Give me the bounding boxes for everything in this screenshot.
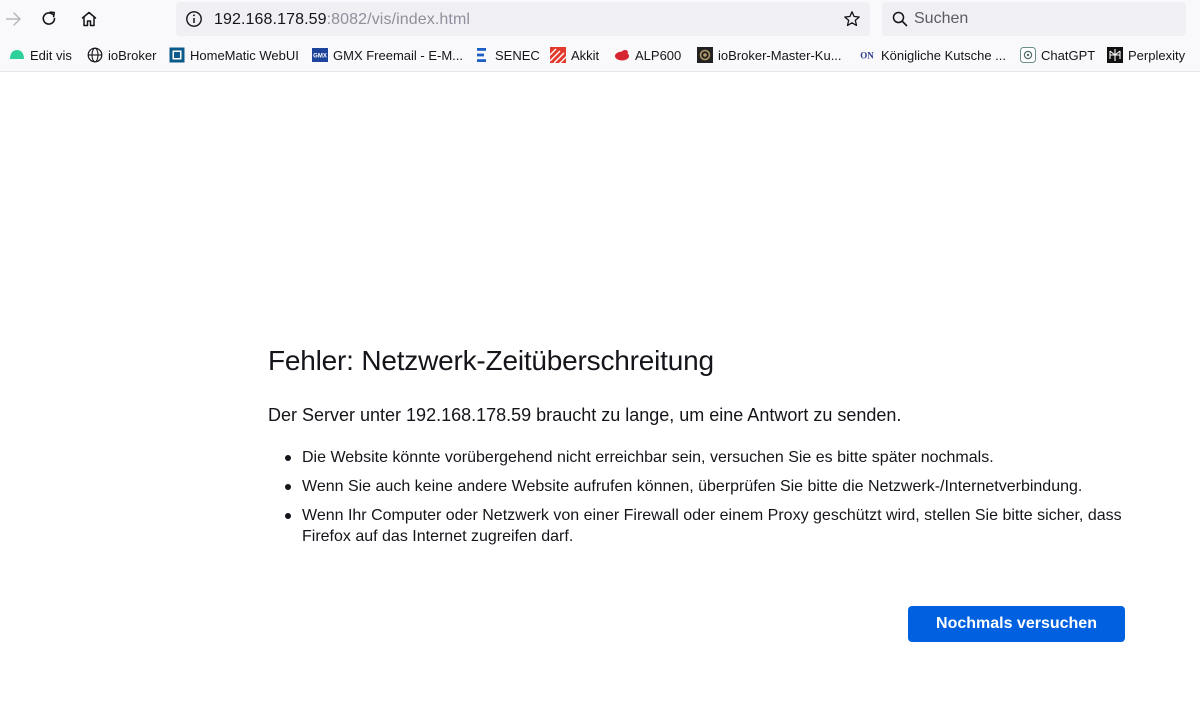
chatgpt-icon (1020, 47, 1036, 63)
globe-icon (87, 47, 103, 63)
info-icon[interactable] (184, 9, 204, 29)
bookmark-label: ChatGPT (1041, 47, 1096, 63)
bookmark-gmx[interactable]: GMX GMX Freemail - E-M... (312, 46, 463, 64)
iobroker-master-icon (697, 47, 713, 63)
bookmarks-toolbar: Edit vis ioBroker HomeMatic WebUI GMX GM… (0, 38, 1200, 72)
bookmark-label: Königliche Kutsche ... (881, 47, 1007, 63)
reload-button[interactable] (34, 4, 64, 34)
url-path: :8082/vis/index.html (326, 11, 471, 28)
error-reasons-list: Die Website könnte vorübergehend nicht e… (268, 447, 1128, 555)
bookmark-perplexity[interactable]: Perplexity (1107, 46, 1185, 64)
bookmark-chatgpt[interactable]: ChatGPT (1020, 46, 1095, 64)
senec-icon (474, 47, 490, 63)
search-input[interactable] (914, 6, 1174, 32)
on-icon: ON (858, 47, 876, 63)
reload-icon (40, 10, 58, 28)
bookmark-label: GMX Freemail - E-M... (333, 47, 464, 63)
alp600-icon (614, 47, 630, 63)
bookmark-senec[interactable]: SENEC (474, 46, 540, 64)
bookmark-iobroker[interactable]: ioBroker (87, 46, 156, 64)
gmx-icon: GMX (312, 47, 328, 63)
search-bar[interactable] (882, 2, 1186, 36)
vis-icon (9, 47, 25, 63)
bookmark-label: Perplexity (1128, 47, 1186, 63)
bookmark-label: ALP600 (635, 47, 682, 63)
url-bar[interactable]: 192.168.178.59:8082/vis/index.html (176, 2, 870, 36)
perplexity-icon (1107, 47, 1123, 63)
list-item: Wenn Ihr Computer oder Netzwerk von eine… (268, 505, 1128, 547)
bookmark-iobroker-master[interactable]: ioBroker-Master-Ku... (697, 46, 842, 64)
bookmark-label: Akkit (571, 47, 600, 63)
bookmark-alp600[interactable]: ALP600 (614, 46, 681, 64)
error-title: Fehler: Netzwerk-Zeitüberschreitung (268, 345, 714, 376)
svg-text:GMX: GMX (313, 54, 327, 60)
bookmark-koenigliche-kutsche[interactable]: ON Königliche Kutsche ... (858, 46, 1006, 64)
search-icon (892, 11, 908, 27)
list-item: Wenn Sie auch keine andere Website aufru… (268, 476, 1128, 497)
bookmark-label: ioBroker (108, 47, 157, 63)
home-button[interactable] (74, 4, 104, 34)
homematic-icon (169, 47, 185, 63)
browser-toolbar: 192.168.178.59:8082/vis/index.html (0, 0, 1200, 38)
bookmark-edit-vis[interactable]: Edit vis (9, 46, 72, 64)
arrow-left-icon (6, 10, 24, 28)
bookmark-label: ioBroker-Master-Ku... (718, 47, 842, 63)
url-text[interactable]: 192.168.178.59:8082/vis/index.html (214, 11, 470, 29)
bookmark-label: Edit vis (30, 47, 72, 63)
bookmark-star-icon[interactable] (842, 9, 862, 29)
bookmark-label: HomeMatic WebUI (190, 47, 299, 63)
akkit-icon (550, 47, 566, 63)
home-icon (80, 10, 98, 28)
svg-text:ON: ON (860, 51, 874, 61)
bookmark-akkit[interactable]: Akkit (550, 46, 599, 64)
list-item: Die Website könnte vorübergehend nicht e… (268, 447, 1128, 468)
bookmark-homematic[interactable]: HomeMatic WebUI (169, 46, 299, 64)
bookmark-label: SENEC (495, 47, 540, 63)
url-host: 192.168.178.59 (214, 11, 327, 28)
back-button[interactable] (0, 4, 30, 34)
retry-button[interactable]: Nochmals versuchen (908, 606, 1125, 642)
error-lead-text: Der Server unter 192.168.178.59 braucht … (268, 405, 902, 425)
